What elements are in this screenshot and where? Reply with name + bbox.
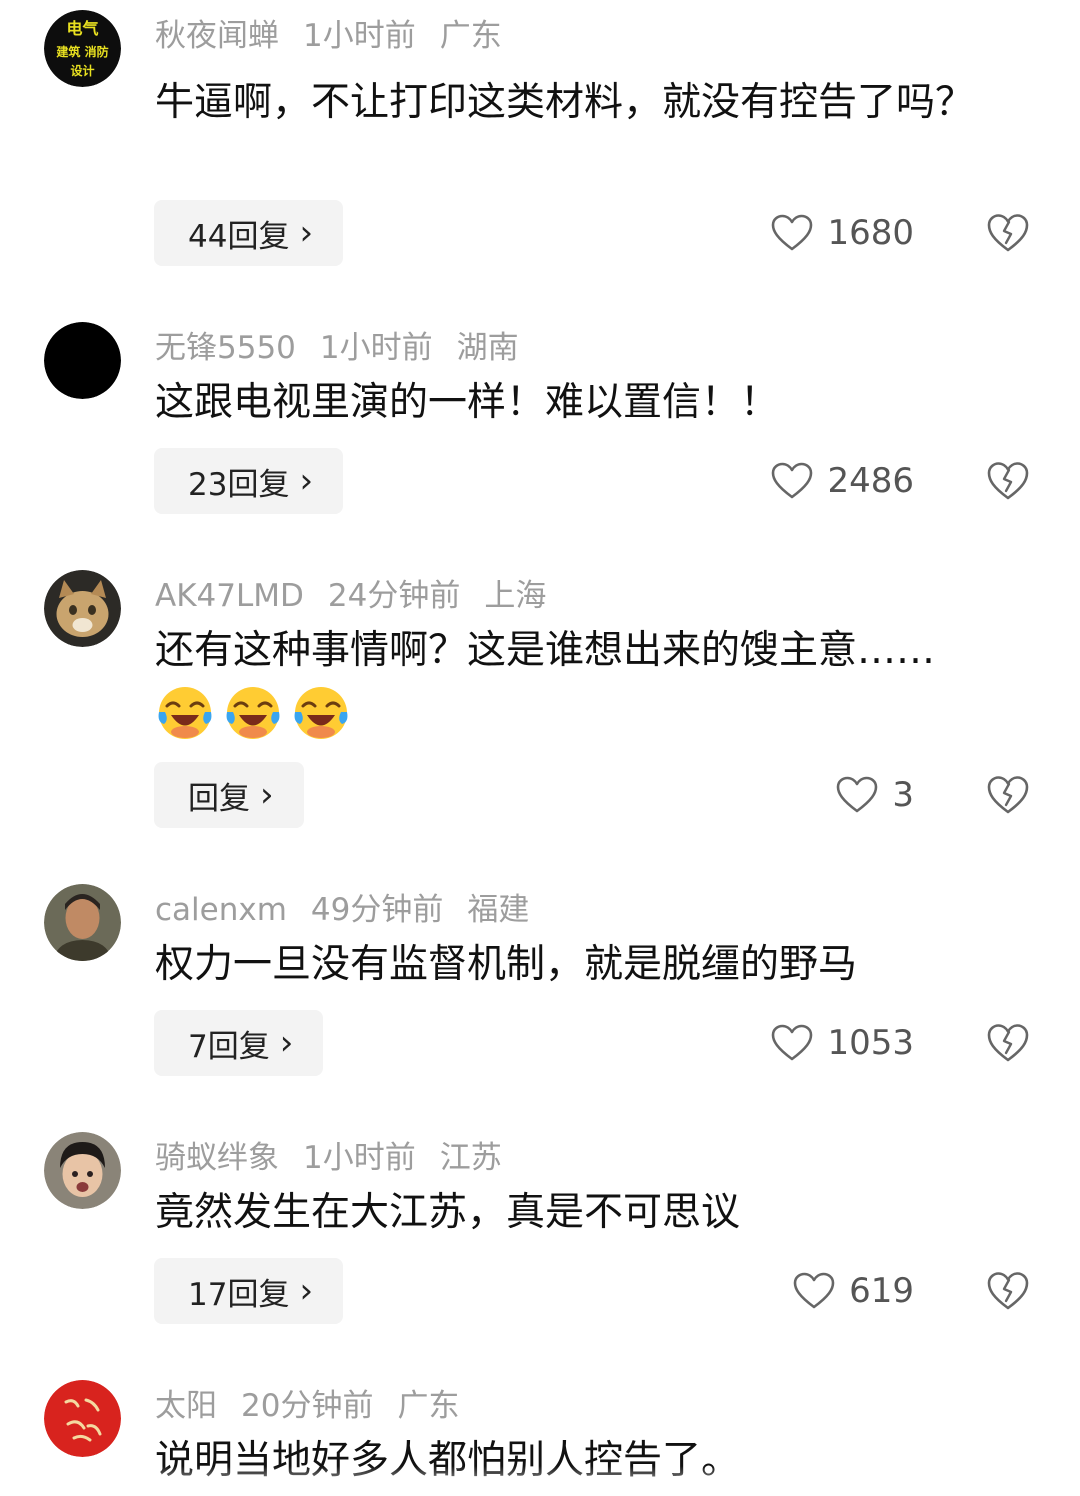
avatar[interactable] [44,1132,121,1209]
view-replies-button[interactable]: 23回复 › [154,448,344,514]
comment-time: 1小时前 [319,330,433,366]
heart-icon [772,462,813,499]
comment-meta: AK47LMD 24分钟前 上海 [155,576,570,616]
comment-text: 这跟电视里演的一样！难以置信！！ [155,380,780,425]
heart-icon [837,776,878,813]
username[interactable]: 无锋5550 [155,330,296,366]
comment-location: 湖南 [456,330,519,366]
reply-count: 7回复 [188,1028,270,1065]
view-replies-button[interactable]: 7回复 › [154,1010,324,1076]
comment-list: 电气 建筑 消防 设计 秋夜闻蝉 1小时前 广东 牛逼啊，不让打印这类材料，就没有控… [0,0,1080,1496]
broken-heart-icon[interactable] [987,775,1029,815]
comment-item: 电气 建筑 消防 设计 秋夜闻蝉 1小时前 广东 牛逼啊，不让打印这类材料，就没有控… [0,10,1080,280]
view-replies-button[interactable]: 回复 › [154,762,304,828]
avatar[interactable]: 电气 建筑 消防 设计 [44,10,121,87]
comment-time: 1小时前 [303,18,416,54]
avatar[interactable] [44,1380,121,1457]
reply-count: 23回复 [188,466,290,503]
laughing-crying-emoji [158,687,212,739]
reply-count: 回复 [188,780,250,817]
comment-meta: 秋夜闻蝉 1小时前 广东 [155,16,526,56]
bottom-fade [0,1466,1080,1496]
like-button[interactable]: 3 [836,762,914,828]
like-count: 1680 [827,213,914,253]
comment-location: 上海 [484,578,547,614]
username[interactable]: 太阳 [155,1388,217,1424]
reply-count: 17回复 [188,1276,290,1313]
avatar[interactable] [44,884,121,961]
comment-meta: 太阳 20分钟前 广东 [155,1386,483,1426]
like-count: 3 [892,775,914,815]
comment-text: 还有这种事情啊？这是谁想出来的馊主意…… [155,628,936,673]
heart-icon [793,1272,835,1309]
chevron-right-icon: › [260,775,274,815]
comment-item: 无锋5550 1小时前 湖南 这跟电视里演的一样！难以置信！！ 23回复 › 2486 [0,322,1080,522]
comment-location: 福建 [467,892,530,928]
avatar[interactable] [44,322,121,399]
chevron-right-icon: › [279,1023,294,1063]
avatar-logo-text: 建筑 消防 [55,44,108,59]
avatar-logo-text: 电气 [66,19,98,38]
like-count: 1053 [827,1023,914,1063]
comment-text: 竟然发生在大江苏，真是不可思议 [155,1190,741,1235]
comment-item: calenxm 49分钟前 福建 权力一旦没有监督机制，就是脱缰的野马 7回复 › 1… [0,884,1080,1084]
comment-time: 49分钟前 [310,892,444,928]
like-button[interactable]: 1053 [771,1010,914,1076]
avatar[interactable] [44,570,121,647]
comment-item: AK47LMD 24分钟前 上海 还有这种事情啊？这是谁想出来的馊主意…… 回复 › … [0,570,1080,830]
username[interactable]: AK47LMD [155,578,304,614]
heart-icon [772,214,813,251]
broken-heart-icon[interactable] [987,213,1029,253]
emoji-row [155,682,359,742]
comment-meta: calenxm 49分钟前 福建 [155,890,553,930]
comment-text: 权力一旦没有监督机制，就是脱缰的野马 [155,942,858,987]
broken-heart-icon[interactable] [987,461,1029,501]
broken-heart-icon[interactable] [987,1271,1029,1311]
chevron-right-icon: › [299,213,314,253]
view-replies-button[interactable]: 44回复 › [154,200,344,266]
comment-time: 24分钟前 [327,578,461,614]
comment-location: 广东 [397,1388,460,1424]
comment-time: 1小时前 [303,1140,416,1176]
username[interactable]: calenxm [155,892,287,928]
laughing-crying-emoji [226,687,280,739]
chevron-right-icon: › [299,461,314,501]
comment-text: 牛逼啊，不让打印这类材料，就没有控告了吗？ [155,80,975,125]
comment-location: 江苏 [439,1140,502,1176]
view-replies-button[interactable]: 17回复 › [154,1258,344,1324]
comment-location: 广东 [439,18,502,54]
comment-meta: 无锋5550 1小时前 湖南 [155,328,543,368]
chevron-right-icon: › [299,1271,314,1311]
avatar-logo-text: 设计 [70,63,94,78]
username[interactable]: 秋夜闻蝉 [155,18,279,54]
like-button[interactable]: 619 [793,1258,914,1324]
comment-item: 骑蚁绊象 1小时前 江苏 竟然发生在大江苏，真是不可思议 17回复 › 619 [0,1132,1080,1332]
like-count: 619 [849,1271,914,1311]
like-button[interactable]: 2486 [771,448,914,514]
laughing-crying-emoji [294,687,348,739]
like-button[interactable]: 1680 [771,200,914,266]
comment-time: 20分钟前 [241,1388,374,1424]
username[interactable]: 骑蚁绊象 [155,1140,279,1176]
reply-count: 44回复 [188,218,290,255]
heart-icon [772,1024,813,1061]
like-count: 2486 [827,461,914,501]
broken-heart-icon[interactable] [987,1023,1029,1063]
comment-meta: 骑蚁绊象 1小时前 江苏 [155,1138,526,1178]
